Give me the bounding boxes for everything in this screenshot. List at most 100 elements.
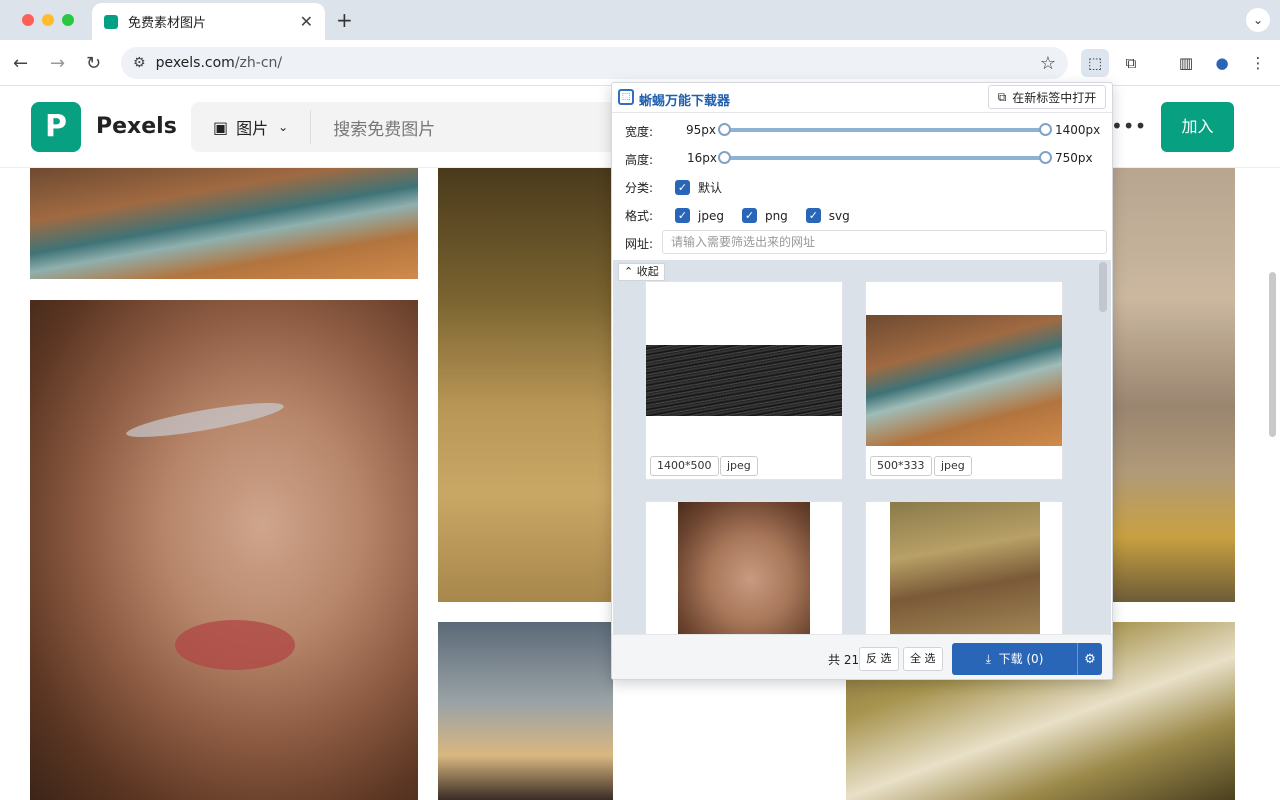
format-jpeg-label: jpeg	[698, 208, 724, 223]
select-all-button[interactable]: 全 选	[903, 647, 943, 671]
browser-tab[interactable]: 免费素材图片 ✕	[92, 3, 325, 40]
open-in-new-tab-label: 在新标签中打开	[1012, 90, 1097, 105]
close-window-dot[interactable]	[22, 14, 34, 26]
total-count: 共 21	[828, 653, 860, 667]
height-min-handle[interactable]	[718, 151, 731, 164]
minimize-window-dot[interactable]	[42, 14, 54, 26]
photo-freckled-woman[interactable]	[30, 300, 418, 800]
width-filter-row: 宽度:	[625, 123, 665, 140]
format-png-label: png	[764, 208, 788, 223]
image-size-tag: 1400*500	[650, 456, 719, 476]
format-svg-label: svg	[828, 208, 850, 223]
browser-toolbar: ← → ↻ ⚙ pexels.com/zh-cn/ ☆ ⬚ ⧉ ▥ ● ⋮	[0, 40, 1280, 86]
page-scrollbar-thumb[interactable]	[1269, 272, 1276, 437]
photo-cliff-trees[interactable]	[1112, 168, 1235, 602]
width-slider-track[interactable]	[724, 128, 1046, 132]
downloader-panel: ⬚ 蜥蜴万能下载器 ⧉ 在新标签中打开 宽度: 95px 1400px 高度: …	[611, 82, 1113, 680]
panel-title: 蜥蜴万能下载器	[639, 94, 731, 109]
image-format-tag: jpeg	[934, 456, 972, 476]
checkmark-icon: ✓	[675, 208, 690, 223]
image-format-tag: jpeg	[720, 456, 758, 476]
pexels-logo[interactable]: P	[31, 102, 81, 152]
width-label: 宽度:	[625, 125, 654, 139]
image-thumbnail[interactable]	[646, 345, 842, 416]
category-default-checkbox[interactable]: ✓ 默认	[675, 179, 722, 196]
width-min-value: 95px	[686, 123, 716, 137]
profile-avatar-icon[interactable]: ●	[1208, 49, 1236, 77]
image-card[interactable]: 1400*500 jpeg	[645, 281, 843, 480]
width-max-handle[interactable]	[1039, 123, 1052, 136]
checkmark-icon: ✓	[675, 180, 690, 195]
category-label: 分类:	[625, 181, 654, 195]
image-results-grid: ⌃ 收起 1400*500 jpeg 500*333 jpeg	[613, 260, 1111, 634]
download-button[interactable]: ⤓ 下载 (0) ⚙	[952, 643, 1102, 675]
close-tab-icon[interactable]: ✕	[300, 12, 313, 31]
url-filter-row: 网址:	[625, 235, 665, 252]
pexels-favicon-icon	[104, 14, 118, 29]
address-bar[interactable]: ⚙ pexels.com/zh-cn/ ☆	[121, 47, 1068, 79]
image-thumbnail[interactable]	[678, 502, 810, 634]
format-filter-row: 格式: ✓ jpeg ✓ png ✓ svg	[625, 207, 868, 224]
reload-icon[interactable]: ↻	[86, 53, 101, 74]
panel-header: ⬚ 蜥蜴万能下载器 ⧉ 在新标签中打开	[612, 83, 1112, 113]
category-default-label: 默认	[698, 181, 723, 195]
search-bar[interactable]: ▣ 图片 ⌄ 搜索免费图片	[191, 102, 621, 152]
category-filter-row: 分类: ✓ 默认	[625, 179, 740, 196]
format-png-checkbox[interactable]: ✓ png	[741, 208, 788, 223]
url-label: 网址:	[625, 237, 654, 251]
image-size-tag: 500*333	[870, 456, 932, 476]
width-max-value: 1400px	[1055, 123, 1101, 137]
collapse-button[interactable]: ⌃ 收起	[618, 263, 665, 281]
join-button[interactable]: 加入	[1161, 102, 1234, 152]
width-min-handle[interactable]	[718, 123, 731, 136]
collapse-label: 收起	[636, 265, 659, 278]
more-menu-icon[interactable]: •••	[1111, 114, 1146, 138]
photo-golden-water[interactable]	[438, 168, 613, 602]
lizard-downloader-extension-icon[interactable]: ⬚	[1081, 49, 1109, 77]
maximize-window-dot[interactable]	[62, 14, 74, 26]
image-card[interactable]	[645, 501, 843, 634]
invert-selection-button[interactable]: 反 选	[859, 647, 899, 671]
side-panel-icon[interactable]: ▥	[1172, 49, 1200, 77]
search-input[interactable]: 搜索免费图片	[311, 115, 435, 140]
photo-detail-silver-eyeliner	[124, 396, 286, 444]
image-card[interactable]: 500*333 jpeg	[865, 281, 1063, 480]
site-info-icon[interactable]: ⚙	[133, 55, 146, 71]
forward-arrow-icon[interactable]: →	[50, 53, 65, 74]
back-arrow-icon[interactable]: ←	[13, 53, 28, 74]
photo-rocky-coast[interactable]	[30, 168, 418, 279]
download-label: 下载 (0)	[998, 652, 1044, 666]
settings-gear-icon[interactable]: ⚙	[1078, 652, 1102, 667]
photo-street-sunset[interactable]	[438, 622, 613, 800]
url-filter-input[interactable]: 请输入需要筛选出来的网址	[662, 230, 1107, 254]
bookmark-star-icon[interactable]: ☆	[1040, 53, 1056, 74]
tab-strip: 免费素材图片 ✕ + ⌄	[0, 0, 1280, 40]
image-card[interactable]	[865, 501, 1063, 634]
format-svg-checkbox[interactable]: ✓ svg	[805, 208, 850, 223]
url-text[interactable]: pexels.com/zh-cn/	[156, 55, 1040, 71]
photo-detail-lips	[175, 620, 295, 670]
open-in-new-tab-button[interactable]: ⧉ 在新标签中打开	[988, 85, 1106, 109]
page-scrollbar-track[interactable]	[1267, 170, 1277, 798]
height-max-value: 750px	[1055, 151, 1093, 165]
tab-search-chevron-icon[interactable]: ⌄	[1246, 8, 1270, 32]
new-tab-icon[interactable]: +	[336, 8, 353, 32]
height-min-value: 16px	[687, 151, 717, 165]
image-thumbnail[interactable]	[890, 502, 1040, 634]
chevron-down-icon: ⌄	[278, 120, 289, 134]
browser-menu-icon[interactable]: ⋮	[1244, 49, 1272, 77]
height-max-handle[interactable]	[1039, 151, 1052, 164]
chevron-up-icon: ⌃	[624, 265, 634, 278]
height-slider-track[interactable]	[724, 156, 1046, 160]
grid-scrollbar-thumb[interactable]	[1099, 262, 1107, 312]
format-label: 格式:	[625, 209, 654, 223]
format-jpeg-checkbox[interactable]: ✓ jpeg	[675, 208, 724, 223]
checkmark-icon: ✓	[805, 208, 821, 223]
brand-name[interactable]: Pexels	[96, 114, 177, 139]
search-type-dropdown[interactable]: ▣ 图片 ⌄	[191, 110, 312, 144]
height-filter-row: 高度:	[625, 151, 665, 168]
external-link-icon: ⧉	[997, 89, 1007, 104]
tab-title: 免费素材图片	[128, 16, 207, 31]
image-thumbnail[interactable]	[866, 315, 1062, 446]
extensions-puzzle-icon[interactable]: ⧉	[1117, 49, 1145, 77]
